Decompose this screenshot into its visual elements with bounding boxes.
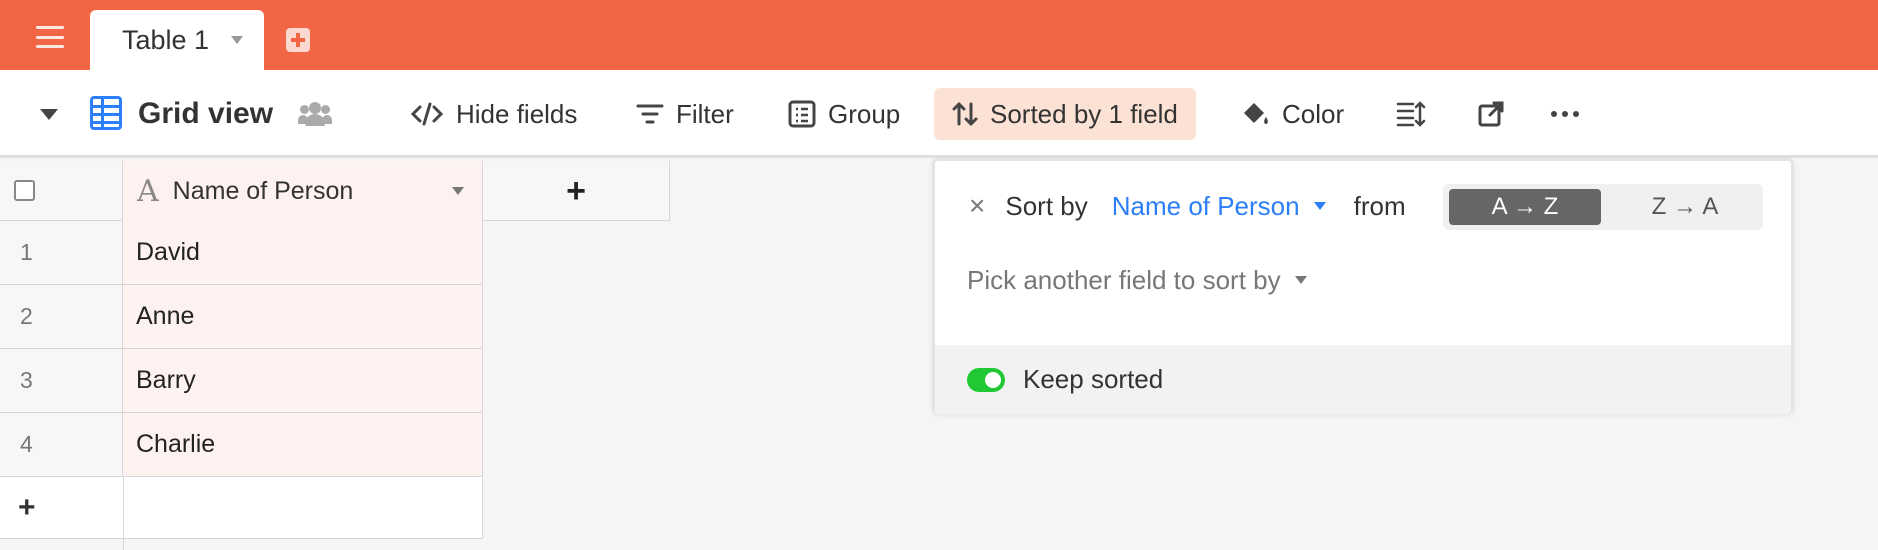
table-row[interactable]: David — [123, 221, 483, 285]
tab-label: Table 1 — [122, 24, 210, 55]
filter-label: Filter — [676, 98, 734, 129]
column-header-name-of-person[interactable]: A Name of Person — [123, 161, 483, 221]
grid-view-icon — [90, 96, 122, 130]
name-cell[interactable]: David — [136, 221, 200, 284]
column-divider — [123, 539, 124, 550]
add-column-button[interactable]: + — [483, 161, 670, 221]
collaborators-icon[interactable] — [298, 102, 332, 126]
row-number: 3 — [20, 367, 33, 393]
sort-direction-toggle: A → Z Z → A — [1443, 184, 1763, 230]
group-label: Group — [828, 98, 901, 129]
table-row[interactable]: Charlie — [123, 413, 483, 477]
paint-bucket-icon — [1240, 99, 1270, 129]
share-view-icon[interactable] — [1478, 70, 1504, 158]
row-number: 4 — [20, 431, 33, 457]
sort-label: Sorted by 1 field — [990, 98, 1178, 129]
menu-icon[interactable] — [36, 26, 64, 48]
more-options-icon[interactable] — [1550, 70, 1580, 158]
chevron-down-icon — [1313, 202, 1326, 210]
view-name[interactable]: Grid view — [138, 70, 273, 158]
hide-fields-label: Hide fields — [456, 98, 578, 129]
sort-popover: × Sort by Name of Person from A → Z Z → … — [932, 158, 1794, 414]
row-height-icon[interactable] — [1396, 70, 1426, 158]
row-number-cell: 3 — [0, 349, 123, 413]
sort-button[interactable]: Sorted by 1 field — [934, 88, 1196, 140]
keep-sorted-row: Keep sorted — [935, 345, 1791, 414]
name-cell[interactable]: Barry — [136, 349, 196, 412]
tab-table-1[interactable]: Table 1 — [90, 10, 264, 70]
sort-by-label: Sort by — [1005, 190, 1088, 221]
sort-ascending-option[interactable]: A → Z — [1449, 189, 1601, 225]
view-toolbar: Grid view Hide fields Filter Group Sorte… — [0, 70, 1878, 158]
filter-icon — [636, 102, 664, 126]
pick-another-field-button[interactable]: Pick another field to sort by — [967, 257, 1307, 303]
group-icon — [788, 100, 816, 128]
keep-sorted-label: Keep sorted — [1023, 364, 1164, 394]
from-label: from — [1353, 190, 1406, 221]
sort-descending-option[interactable]: Z → A — [1613, 189, 1757, 225]
chevron-down-icon — [1294, 276, 1307, 284]
row-number: 2 — [20, 303, 33, 329]
pick-another-field-label: Pick another field to sort by — [967, 264, 1281, 295]
hide-fields-icon — [410, 101, 444, 127]
add-row-button[interactable]: + — [0, 477, 483, 539]
row-number-cell: 1 — [0, 221, 123, 285]
name-cell[interactable]: Anne — [136, 285, 194, 348]
sort-rule: × Sort by Name of Person from — [969, 183, 1406, 229]
group-button[interactable]: Group — [788, 70, 900, 158]
name-cell[interactable]: Charlie — [136, 413, 215, 476]
table-row[interactable]: Barry — [123, 349, 483, 413]
plus-icon: + — [18, 491, 36, 524]
remove-sort-icon[interactable]: × — [969, 190, 985, 222]
column-header-label: Name of Person — [172, 176, 354, 205]
color-label: Color — [1282, 98, 1345, 129]
select-all-checkbox[interactable] — [14, 180, 35, 201]
hide-fields-button[interactable]: Hide fields — [410, 70, 577, 158]
row-number-cell: 2 — [0, 285, 123, 349]
chevron-down-icon[interactable] — [231, 36, 244, 44]
sort-icon — [952, 101, 978, 127]
keep-sorted-toggle[interactable] — [967, 368, 1005, 392]
row-number-cell: 4 — [0, 413, 123, 477]
filter-button[interactable]: Filter — [636, 70, 734, 158]
text-field-icon: A — [137, 173, 159, 209]
column-divider — [123, 477, 124, 539]
sort-field-select[interactable]: Name of Person — [1112, 191, 1326, 222]
add-table-icon[interactable] — [286, 28, 310, 52]
view-switcher-caret[interactable] — [40, 70, 58, 158]
sort-field-value: Name of Person — [1111, 190, 1300, 221]
chevron-down-icon[interactable] — [452, 187, 464, 195]
color-button[interactable]: Color — [1240, 70, 1344, 158]
header-checkbox-cell — [0, 161, 123, 221]
table-row[interactable]: Anne — [123, 285, 483, 349]
chevron-down-icon — [40, 108, 58, 120]
top-bar: Table 1 — [0, 0, 1878, 70]
row-number: 1 — [20, 239, 33, 265]
